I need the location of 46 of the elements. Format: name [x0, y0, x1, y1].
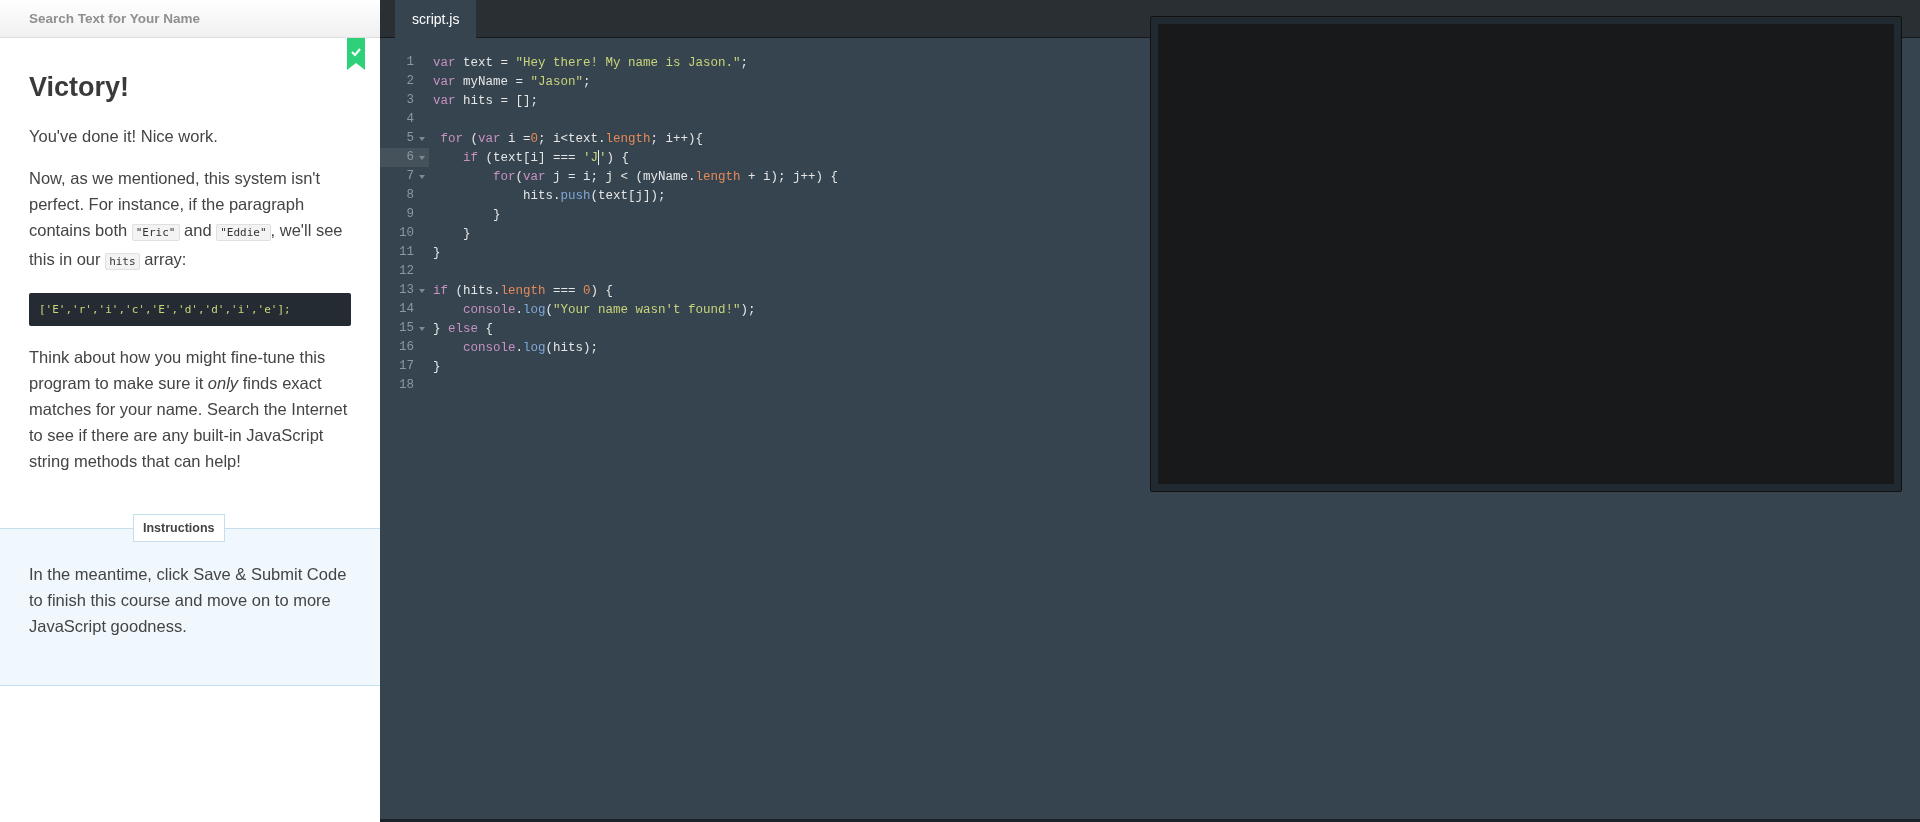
code-line: }: [432, 359, 441, 374]
paragraph-text: Now, as we mentioned, this system isn't perfect. For instance, if the paragraph contains both "Eric" and "Eddie" , we'll see this in our hits array:: [29, 168, 344, 272]
line-number: 15: [380, 319, 429, 338]
code-line: }: [492, 207, 501, 222]
instructions-label: Instructions: [133, 514, 225, 542]
fold-arrow-icon[interactable]: [419, 175, 425, 179]
paragraph-text: Think about how you might fine-tune this program to make sure it only finds exact matches for your name. Search the Internet to see if there are any built-in JavaScript string methods that can help!: [29, 347, 349, 472]
fold-arrow-icon[interactable]: [419, 289, 425, 293]
code-line: var hits = [];: [432, 93, 539, 108]
code-line: hits.push(text[j]);: [522, 188, 666, 203]
line-number: 12: [398, 263, 415, 280]
line-number: 10: [398, 225, 415, 242]
line-number: 5: [380, 129, 429, 148]
code-line: }: [432, 245, 441, 260]
fold-arrow-icon[interactable]: [419, 327, 425, 331]
code-line: console.log("Your name wasn't found!");: [462, 302, 756, 317]
line-number: 14: [398, 301, 415, 318]
code-block: ['E','r','i','c','E','d','d','i','e'];: [29, 293, 351, 326]
line-number: 1: [405, 54, 415, 71]
line-number: 9: [405, 206, 415, 223]
line-number: 13: [380, 281, 429, 300]
line-number: 3: [405, 92, 415, 109]
line-number: 2: [405, 73, 415, 90]
code-line: }: [462, 226, 471, 241]
fold-arrow-icon[interactable]: [419, 137, 425, 141]
code-line: if (text[i] === 'J') {: [462, 150, 630, 165]
code-line: if (hits.length === 0) {: [432, 283, 614, 298]
paragraph-text: You've done it! Nice work.: [29, 126, 219, 147]
code-line: for (var i =0; i<text.length; i++){: [439, 131, 704, 146]
fold-arrow-icon[interactable]: [419, 156, 425, 160]
line-number: 6: [380, 148, 429, 167]
file-tab[interactable]: script.js: [395, 0, 477, 38]
code-line: } else {: [432, 321, 494, 336]
line-number: 11: [398, 244, 415, 261]
line-number: 4: [405, 111, 415, 128]
code-line: for(var j = i; j < (myName.length + i); j++) {: [492, 169, 839, 184]
code-line: var myName = "Jason";: [432, 74, 591, 89]
line-number: 8: [405, 187, 415, 204]
line-number: 18: [398, 377, 415, 394]
line-number: 7: [380, 167, 429, 186]
code-line: console.log(hits);: [462, 340, 599, 355]
lesson-heading: Victory!: [29, 72, 131, 103]
line-number: 17: [398, 358, 415, 375]
line-number: 16: [398, 339, 415, 356]
code-line: var text = "Hey there! My name is Jason.";: [432, 55, 749, 70]
instructions-text: In the meantime, click Save & Submit Code to finish this course and move on to more JavaScript goodness.: [29, 564, 348, 637]
